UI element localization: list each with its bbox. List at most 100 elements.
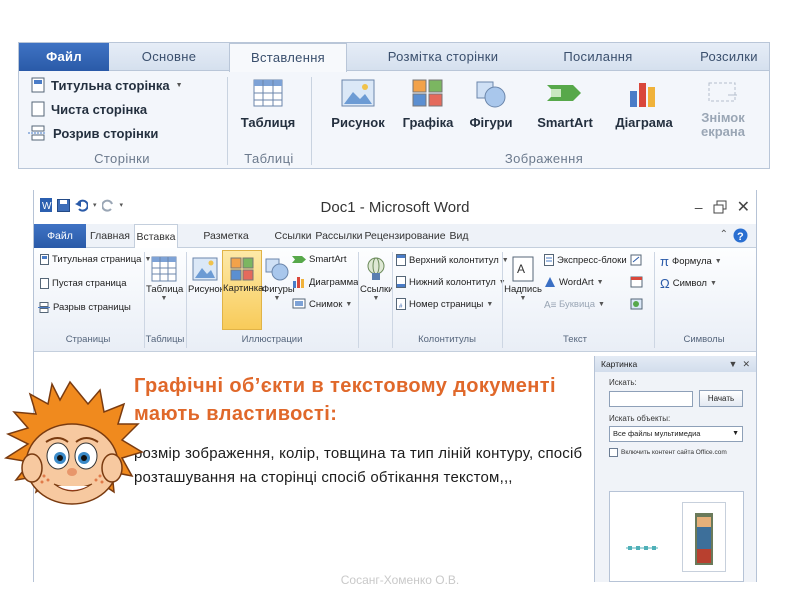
- title-bar: W ▾ ▾ Doc1 - Microsoft Word – ✕: [34, 190, 756, 224]
- shapes-icon: [476, 81, 506, 108]
- group-separator: [227, 77, 228, 165]
- header-button[interactable]: Верхний колонтитул ▼: [396, 254, 509, 266]
- word-smartart-button[interactable]: SmartArt: [292, 254, 346, 265]
- word-shapes-label: Фигуры: [262, 284, 295, 295]
- chart-button[interactable]: Діаграма: [607, 79, 681, 130]
- page-number-button[interactable]: # Номер страницы ▼: [396, 298, 493, 310]
- picture-icon: [341, 79, 375, 107]
- group-separator: [358, 252, 359, 348]
- word-shapes-button[interactable]: Фигуры ▼: [262, 256, 295, 302]
- object-icon[interactable]: [630, 298, 644, 310]
- pi-icon: π: [660, 254, 669, 269]
- cover-page-icon: [40, 254, 49, 265]
- tab-mailings[interactable]: Розсилки: [679, 43, 769, 71]
- collapse-ribbon-icon[interactable]: ⌃: [720, 229, 728, 240]
- symbol-button[interactable]: Ω Символ ▼: [660, 276, 717, 291]
- shapes-label: Фігури: [469, 115, 513, 130]
- close-icon[interactable]: ✕: [737, 197, 750, 217]
- word-picture-button[interactable]: Рисунок: [188, 256, 224, 295]
- tab-file[interactable]: Файл: [19, 43, 109, 71]
- smartart-button[interactable]: SmartArt: [525, 79, 605, 130]
- ribbon-body: Титульна сторінка ▼ Чиста сторінка Розрив…: [19, 71, 769, 168]
- word-tab-references[interactable]: Ссылки: [272, 224, 314, 248]
- screenshot-icon: [292, 298, 306, 309]
- dropdown-arrow-icon: ▼: [372, 295, 380, 302]
- dropcap-icon: A≡: [544, 300, 556, 310]
- word-tab-mailings[interactable]: Рассылки: [314, 224, 364, 248]
- word-blank-page-button[interactable]: Пустая страница: [40, 278, 126, 289]
- clipart-search-input[interactable]: [609, 391, 693, 407]
- quick-parts-button[interactable]: Экспресс-блоки▼: [544, 254, 637, 266]
- svg-text:?: ?: [737, 231, 744, 243]
- clipart-result-item[interactable]: [614, 502, 674, 580]
- minimize-icon[interactable]: –: [695, 199, 703, 215]
- picture-button[interactable]: Рисунок: [325, 79, 391, 130]
- wordart-icon: [545, 277, 555, 287]
- tab-home[interactable]: Основне: [111, 43, 227, 71]
- dropdown-arrow-icon: ▼: [596, 278, 604, 286]
- clipart-result-item[interactable]: [682, 502, 726, 572]
- tab-page-layout[interactable]: Розмітка сторінки: [359, 43, 527, 71]
- blank-page-button[interactable]: Чиста сторінка: [31, 101, 147, 117]
- ribbon-tab-bar: Файл Основне Вставлення Розмітка сторінк…: [19, 43, 769, 72]
- tab-references[interactable]: Посилання: [539, 43, 657, 71]
- page-break-button[interactable]: Розрив сторінки: [27, 125, 158, 141]
- footer-button[interactable]: Нижний колонтитул▼: [396, 276, 506, 288]
- pages-group-label: Сторінки: [94, 151, 150, 166]
- word-screenshot-button[interactable]: Снимок ▼: [292, 298, 352, 310]
- date-time-icon[interactable]: [630, 276, 644, 288]
- tab-insert[interactable]: Вставлення: [229, 43, 347, 72]
- word-cover-page-label: Титульная страница: [52, 254, 142, 265]
- word-tab-review[interactable]: Рецензирование: [364, 224, 446, 248]
- dropdown-arrow-icon: ▼: [175, 81, 183, 89]
- pane-close-icon[interactable]: ✕: [742, 359, 750, 369]
- word-tab-file[interactable]: Файл: [34, 224, 86, 248]
- shapes-button[interactable]: Фігури: [461, 79, 521, 130]
- dropdown-arrow-icon: ▼: [709, 280, 717, 287]
- wordart-button[interactable]: WordArt ▼: [544, 276, 604, 288]
- word-clipart-button[interactable]: Картинка: [222, 250, 264, 330]
- window-title: Doc1 - Microsoft Word: [320, 199, 470, 216]
- word-clipart-label: Картинка: [223, 283, 264, 294]
- media-type-select[interactable]: Все файлы мультимедиа ▼: [609, 426, 743, 442]
- table-button[interactable]: Таблиця: [235, 79, 301, 130]
- word-tab-insert[interactable]: Вставка: [134, 224, 178, 249]
- word-tab-home[interactable]: Главная: [86, 224, 134, 248]
- word-table-button[interactable]: Таблица ▼: [146, 256, 183, 302]
- cover-page-icon: [31, 77, 45, 93]
- word-page-break-button[interactable]: Разрыв страницы: [38, 302, 131, 313]
- equation-button[interactable]: π Формула ▼: [660, 254, 722, 269]
- quick-parts-label: Экспресс-блоки: [557, 254, 627, 266]
- pane-menu-icon[interactable]: ▼: [729, 359, 738, 369]
- help-icon[interactable]: ?: [733, 228, 748, 243]
- blank-page-icon: [40, 278, 49, 289]
- header-label: Верхний колонтитул: [409, 254, 499, 266]
- blank-page-icon: [31, 101, 45, 117]
- svg-text:A: A: [517, 262, 525, 276]
- word-links-button[interactable]: Ссылки ▼: [360, 256, 393, 302]
- search-label: Искать:: [609, 378, 637, 387]
- word-cover-page-button[interactable]: Титульная страница ▼: [40, 254, 151, 265]
- word-chart-button[interactable]: Диаграмма: [292, 276, 358, 288]
- word-ribbon: Титульная страница ▼ Пустая страница Разр…: [34, 248, 756, 352]
- dropcap-button[interactable]: A≡ Буквица ▼: [544, 298, 605, 311]
- footer-label: Нижний колонтитул: [409, 276, 496, 288]
- restore-icon[interactable]: [713, 200, 727, 214]
- dropdown-arrow-icon: ▼: [486, 300, 494, 308]
- media-type-value: Все файлы мультимедиа: [613, 429, 701, 438]
- word-tab-view[interactable]: Вид: [446, 224, 472, 248]
- screenshot-button[interactable]: Знімок екрана: [683, 79, 763, 139]
- office-content-checkbox-row[interactable]: Включить контент сайта Office.com: [609, 448, 727, 457]
- clipart-button[interactable]: Графіка: [395, 79, 461, 130]
- word-textbox-button[interactable]: A Надпись ▼: [504, 256, 542, 302]
- word-illustrations-group-label: Иллюстрации: [241, 334, 303, 345]
- word-blank-page-label: Пустая страница: [52, 278, 127, 289]
- signature-line-icon[interactable]: [630, 254, 644, 266]
- ribbon-ukrainian: Файл Основне Вставлення Розмітка сторінк…: [18, 42, 770, 169]
- word-tab-page-layout[interactable]: Разметка страницы: [180, 224, 272, 266]
- office-content-checkbox[interactable]: [609, 448, 618, 457]
- screenshot-icon: [708, 82, 737, 102]
- symbol-label: Символ: [672, 278, 707, 289]
- search-go-button[interactable]: Начать: [699, 390, 743, 407]
- cover-page-button[interactable]: Титульна сторінка ▼: [31, 77, 183, 93]
